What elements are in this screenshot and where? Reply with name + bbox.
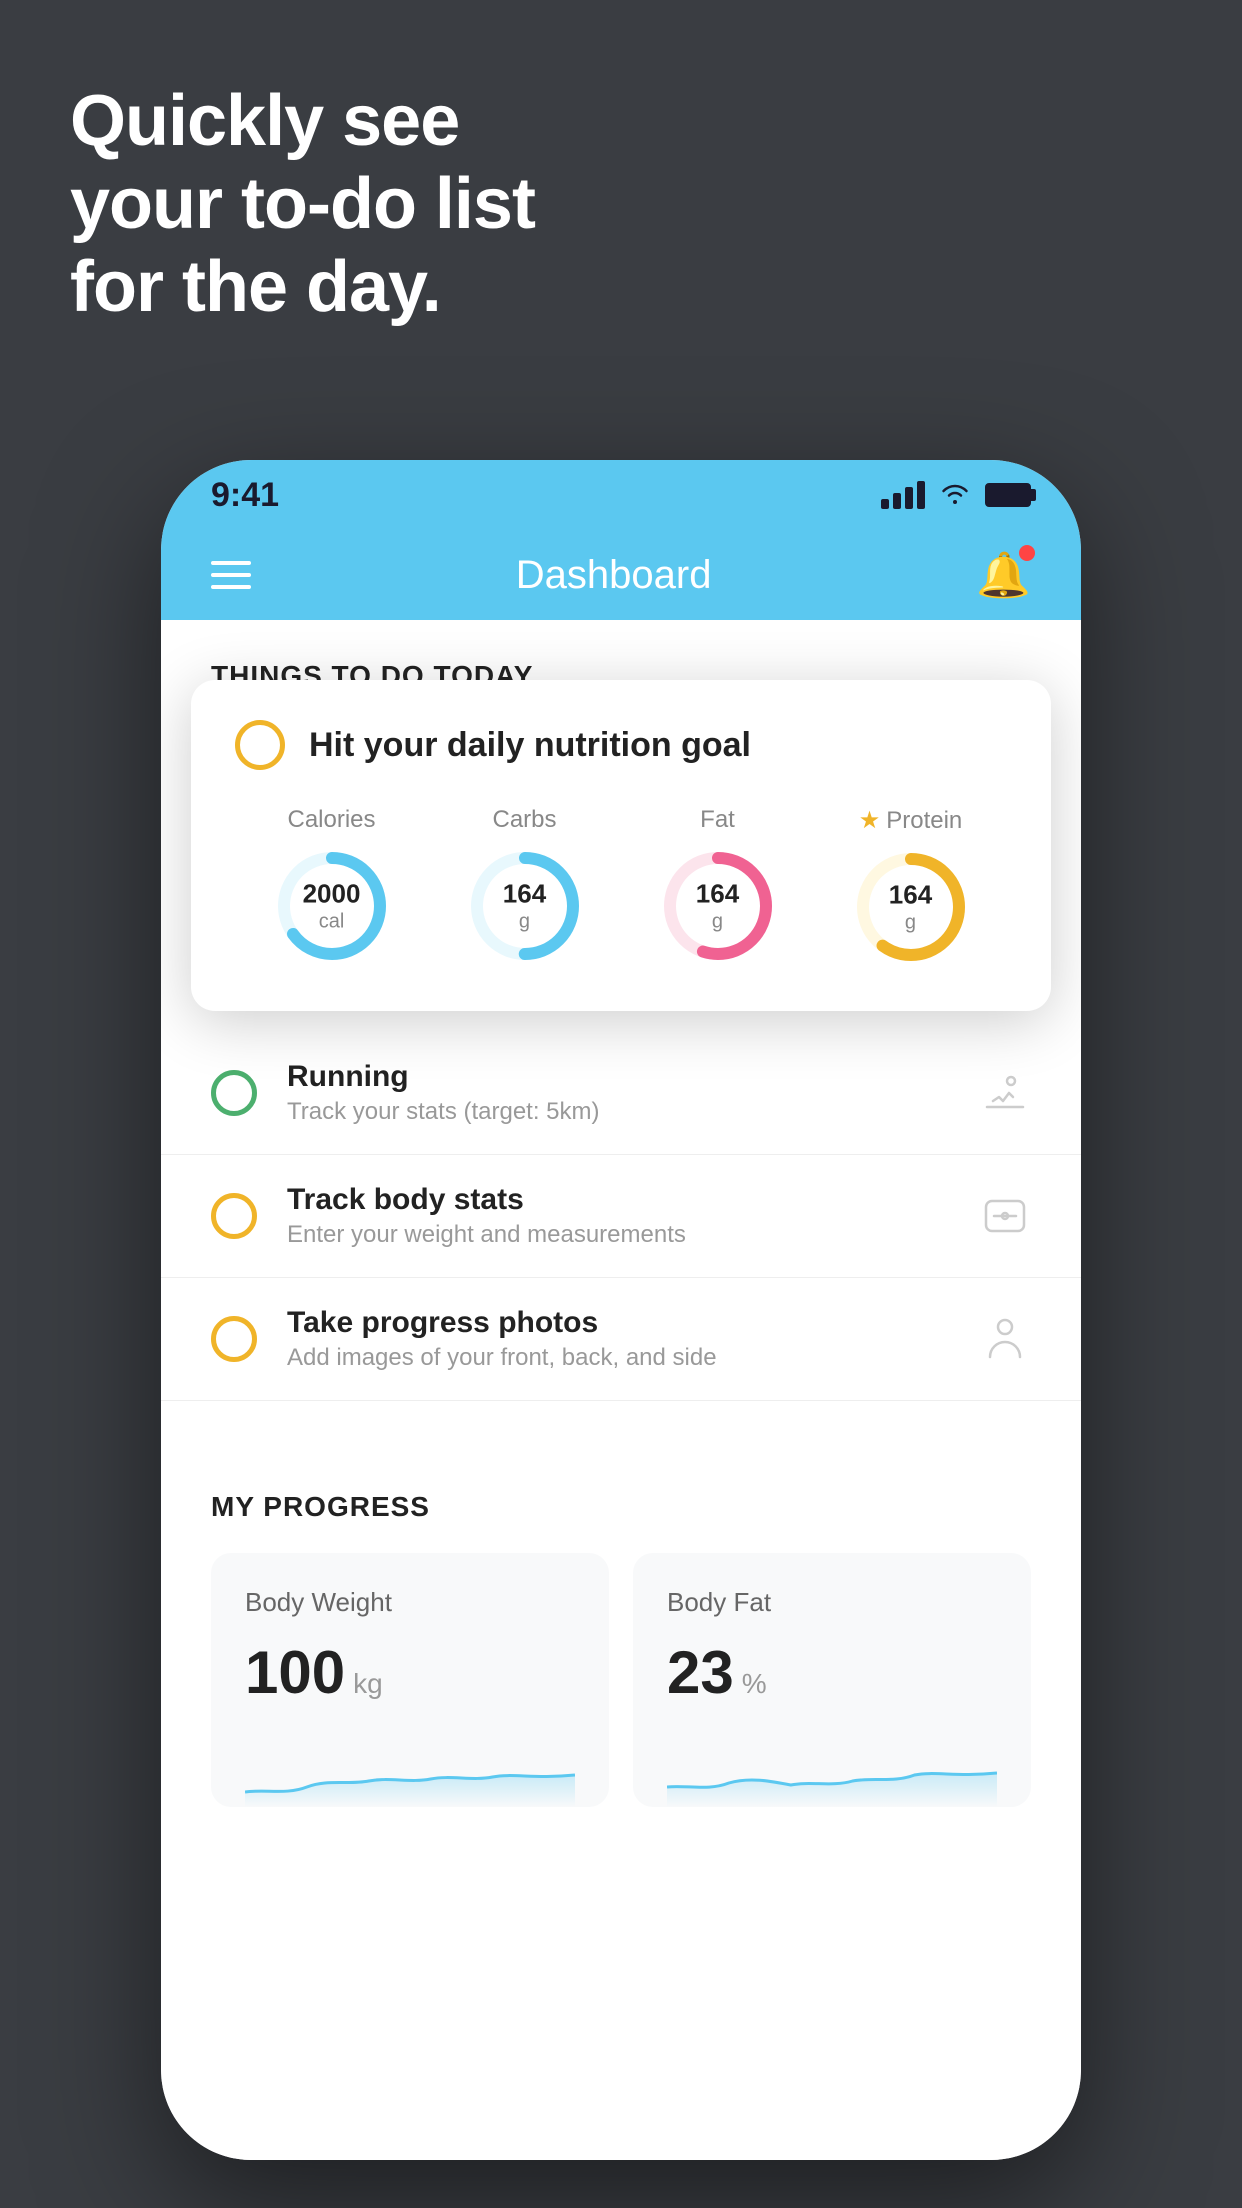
protein-label: ★ Protein [859,806,963,835]
fat-label: Fat [700,806,735,834]
body-weight-card[interactable]: Body Weight 100 kg [211,1553,609,1807]
running-subtitle: Track your stats (target: 5km) [287,1098,949,1126]
scale-icon [979,1190,1031,1242]
running-icon [979,1067,1031,1119]
carbs-label: Carbs [492,806,556,834]
progress-title: MY PROGRESS [211,1491,1031,1523]
nutrition-calories: Calories 2000 cal [272,806,392,967]
progress-cards: Body Weight 100 kg [211,1553,1031,1807]
status-time: 9:41 [211,476,279,515]
menu-button[interactable] [211,561,251,589]
hero-title: Quickly see your to-do list for the day. [70,80,535,328]
task-radio-photos[interactable] [211,1316,257,1362]
battery-icon [985,483,1031,507]
body-weight-label: Body Weight [245,1587,575,1618]
running-title: Running [287,1060,949,1094]
carbs-donut: 164 g [465,846,585,966]
photos-subtitle: Add images of your front, back, and side [287,1344,949,1372]
app-content: THINGS TO DO TODAY Hit your daily nutrit… [161,620,1081,2160]
photos-title: Take progress photos [287,1306,949,1340]
notification-badge [1019,545,1035,561]
calories-label: Calories [287,806,375,834]
task-radio-nutrition[interactable] [235,720,285,770]
progress-section: MY PROGRESS Body Weight 100 kg [161,1441,1081,1807]
nutrition-carbs: Carbs 164 g [465,806,585,967]
nutrition-circles: Calories 2000 cal [235,806,1007,967]
body-weight-value: 100 kg [245,1638,575,1707]
nav-title: Dashboard [516,553,712,598]
nutrition-protein: ★ Protein 164 g [851,806,971,967]
nav-bar: Dashboard 🔔 [161,530,1081,620]
body-stats-title: Track body stats [287,1183,949,1217]
status-icons [881,479,1031,511]
body-fat-label: Body Fat [667,1587,997,1618]
protein-donut: 164 g [851,847,971,967]
body-fat-card[interactable]: Body Fat 23 % [633,1553,1031,1807]
star-icon: ★ [859,806,881,835]
body-weight-chart [245,1737,575,1807]
protein-value: 164 g [889,879,932,934]
body-fat-number: 23 [667,1638,734,1707]
body-stats-subtitle: Enter your weight and measurements [287,1221,949,1249]
carbs-value: 164 g [503,878,546,933]
notification-bell-icon[interactable]: 🔔 [976,549,1031,601]
task-radio-body-stats[interactable] [211,1193,257,1239]
card-title: Hit your daily nutrition goal [309,726,751,765]
photos-text: Take progress photos Add images of your … [287,1306,949,1372]
wifi-icon [939,479,971,511]
body-stats-text: Track body stats Enter your weight and m… [287,1183,949,1249]
nutrition-fat: Fat 164 g [658,806,778,967]
calories-donut: 2000 cal [272,846,392,966]
body-weight-unit: kg [353,1668,383,1700]
list-item[interactable]: Running Track your stats (target: 5km) [161,1032,1081,1155]
calories-value: 2000 cal [303,878,361,933]
fat-donut: 164 g [658,846,778,966]
todo-list: Running Track your stats (target: 5km) T… [161,1032,1081,1401]
person-icon [979,1313,1031,1365]
body-fat-value: 23 % [667,1638,997,1707]
phone-mockup: 9:41 Dashboard [161,460,1081,2160]
body-fat-unit: % [742,1668,767,1700]
body-weight-number: 100 [245,1638,345,1707]
signal-icon [881,481,925,509]
list-item[interactable]: Track body stats Enter your weight and m… [161,1155,1081,1278]
nutrition-card[interactable]: Hit your daily nutrition goal Calories [191,680,1051,1011]
list-item[interactable]: Take progress photos Add images of your … [161,1278,1081,1401]
status-bar: 9:41 [161,460,1081,530]
card-header: Hit your daily nutrition goal [235,720,1007,770]
running-text: Running Track your stats (target: 5km) [287,1060,949,1126]
fat-value: 164 g [696,878,739,933]
task-radio-running[interactable] [211,1070,257,1116]
body-fat-chart [667,1737,997,1807]
